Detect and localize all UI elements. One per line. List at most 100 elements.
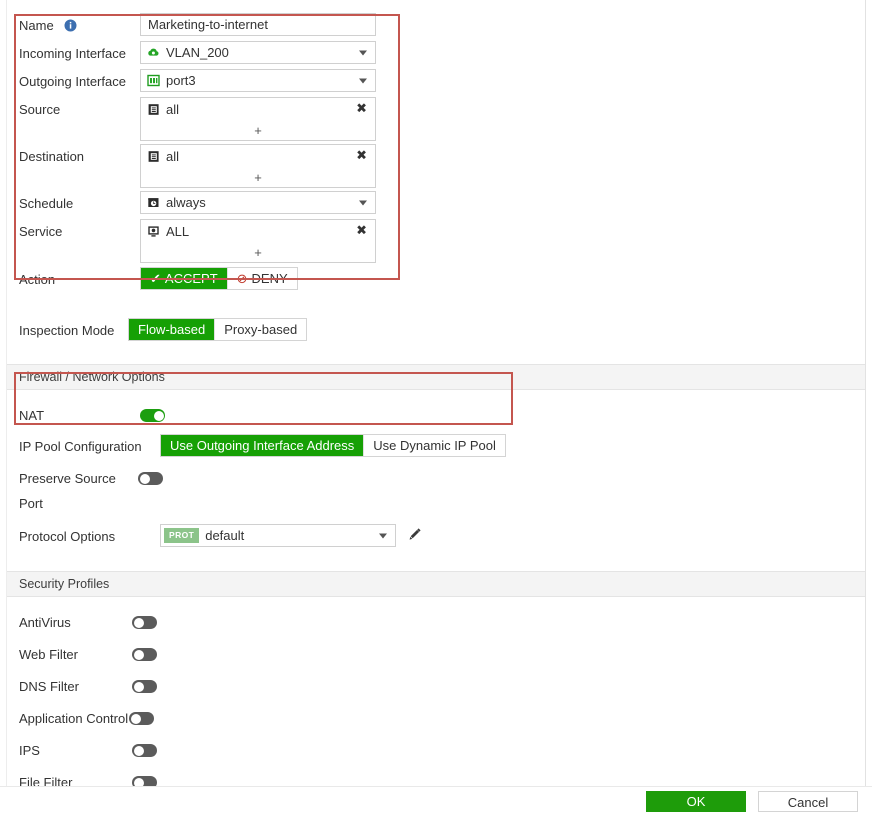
schedule-select[interactable]: always bbox=[140, 191, 376, 214]
vlan-interface-icon bbox=[147, 46, 160, 59]
antivirus-label: AntiVirus bbox=[19, 615, 71, 630]
inspection-mode-label: Inspection Mode bbox=[19, 323, 115, 338]
outgoing-interface-select[interactable]: port3 bbox=[140, 69, 376, 92]
ips-toggle[interactable] bbox=[132, 744, 157, 757]
remove-icon[interactable]: ✖ bbox=[356, 150, 367, 163]
service-list: ALL ✖ + bbox=[140, 219, 376, 263]
incoming-interface-label: Incoming Interface bbox=[19, 46, 126, 61]
field-row-inspection-mode: Inspection Mode Flow-based Proxy-based bbox=[7, 318, 865, 343]
ip-pool-configuration-field-wrap: Use Outgoing Interface Address Use Dynam… bbox=[160, 434, 506, 457]
page-right-border bbox=[865, 0, 866, 789]
field-row-name: Name Marketing-to-internet bbox=[7, 13, 865, 38]
ips-label: IPS bbox=[19, 743, 40, 758]
physical-interface-icon bbox=[147, 74, 160, 87]
source-list: all ✖ + bbox=[140, 97, 376, 141]
source-add-button[interactable]: + bbox=[141, 120, 375, 140]
chevron-down-icon[interactable] bbox=[379, 533, 387, 538]
destination-item-label: all bbox=[166, 148, 180, 164]
incoming-interface-field-wrap: VLAN_200 bbox=[140, 41, 376, 64]
schedule-clock-icon bbox=[147, 196, 160, 209]
toggle-knob bbox=[133, 681, 144, 692]
action-option-accept[interactable]: ✔ ACCEPT bbox=[141, 268, 228, 289]
outgoing-interface-value: port3 bbox=[166, 73, 196, 88]
field-row-web-filter: Web Filter bbox=[7, 642, 865, 667]
pencil-icon[interactable] bbox=[408, 527, 422, 544]
ip-pool-option-use-dynamic-ip-pool[interactable]: Use Dynamic IP Pool bbox=[364, 435, 505, 456]
inspection-mode-field-wrap: Flow-based Proxy-based bbox=[128, 318, 308, 341]
policy-edit-dialog: Name Marketing-to-internet Incoming Inte… bbox=[0, 0, 872, 815]
inspection-mode-option-proxy-based[interactable]: Proxy-based bbox=[215, 319, 306, 340]
nat-toggle[interactable] bbox=[140, 409, 165, 422]
field-row-destination: Destination all ✖ + bbox=[7, 144, 865, 188]
incoming-interface-value: VLAN_200 bbox=[166, 45, 229, 60]
dialog-content: Name Marketing-to-internet Incoming Inte… bbox=[7, 0, 865, 815]
remove-icon[interactable]: ✖ bbox=[356, 225, 367, 238]
field-row-preserve-source-port: Preserve Source Port bbox=[7, 466, 865, 516]
schedule-value: always bbox=[166, 195, 206, 210]
field-row-schedule: Schedule always bbox=[7, 191, 865, 216]
service-label: Service bbox=[19, 224, 63, 239]
section-title-firewall-network-options: Firewall / Network Options bbox=[19, 370, 165, 384]
name-input[interactable]: Marketing-to-internet bbox=[140, 13, 376, 36]
service-add-button[interactable]: + bbox=[141, 242, 375, 262]
action-label: Action bbox=[19, 272, 56, 287]
destination-add-button[interactable]: + bbox=[141, 167, 375, 187]
field-row-dns-filter: DNS Filter bbox=[7, 674, 865, 699]
protocol-options-field-wrap: PROT default bbox=[160, 524, 422, 547]
toggle-knob bbox=[130, 713, 141, 724]
ip-pool-configuration-label: IP Pool Configuration bbox=[19, 439, 142, 454]
address-object-icon bbox=[147, 150, 160, 163]
action-accept-label: ACCEPT bbox=[164, 271, 218, 286]
source-field-wrap: all ✖ + bbox=[140, 97, 376, 141]
protocol-options-select[interactable]: PROT default bbox=[160, 524, 396, 547]
ip-pool-configuration-segmented-control: Use Outgoing Interface Address Use Dynam… bbox=[160, 434, 506, 457]
ok-button[interactable]: OK bbox=[646, 790, 746, 812]
toggle-knob bbox=[133, 649, 144, 660]
address-object-icon bbox=[147, 103, 160, 116]
protocol-options-value: default bbox=[205, 528, 245, 543]
cancel-button[interactable]: Cancel bbox=[758, 790, 858, 812]
service-item[interactable]: ALL ✖ bbox=[141, 220, 375, 242]
dns-filter-toggle[interactable] bbox=[132, 680, 157, 693]
application-control-toggle[interactable] bbox=[129, 712, 154, 725]
chevron-down-icon[interactable] bbox=[359, 78, 367, 83]
destination-field-wrap: all ✖ + bbox=[140, 144, 376, 188]
field-row-application-control: Application Control bbox=[7, 706, 865, 731]
ip-pool-option-use-outgoing-interface-address[interactable]: Use Outgoing Interface Address bbox=[161, 435, 365, 456]
name-field-wrap: Marketing-to-internet bbox=[140, 13, 376, 36]
application-control-label: Application Control bbox=[19, 711, 129, 726]
field-row-ip-pool-configuration: IP Pool Configuration Use Outgoing Inter… bbox=[7, 434, 865, 459]
protocol-options-badge: PROT bbox=[164, 528, 200, 543]
web-filter-label: Web Filter bbox=[19, 647, 78, 662]
nat-field-wrap bbox=[140, 403, 165, 425]
application-control-field-wrap bbox=[129, 706, 154, 728]
destination-label: Destination bbox=[19, 149, 85, 164]
outgoing-interface-label: Outgoing Interface bbox=[19, 74, 126, 89]
schedule-field-wrap: always bbox=[140, 191, 376, 214]
schedule-label: Schedule bbox=[19, 196, 74, 211]
chevron-down-icon[interactable] bbox=[359, 50, 367, 55]
protocol-options-label: Protocol Options bbox=[19, 529, 116, 544]
field-row-antivirus: AntiVirus bbox=[7, 610, 865, 635]
remove-icon[interactable]: ✖ bbox=[356, 103, 367, 116]
action-field-wrap: ✔ ACCEPT ⊘ DENY bbox=[140, 267, 298, 290]
preserve-source-port-toggle[interactable] bbox=[138, 472, 163, 485]
preserve-source-port-field-wrap bbox=[138, 466, 163, 488]
source-item[interactable]: all ✖ bbox=[141, 98, 375, 120]
field-row-ips: IPS bbox=[7, 738, 865, 763]
action-segmented-control: ✔ ACCEPT ⊘ DENY bbox=[140, 267, 298, 290]
action-option-deny[interactable]: ⊘ DENY bbox=[228, 268, 297, 289]
toggle-knob bbox=[153, 410, 164, 421]
nat-label: NAT bbox=[19, 408, 45, 423]
info-icon[interactable] bbox=[64, 15, 77, 32]
chevron-down-icon[interactable] bbox=[359, 200, 367, 205]
inspection-mode-option-flow-based[interactable]: Flow-based bbox=[129, 319, 216, 340]
service-item-label: ALL bbox=[166, 223, 190, 239]
antivirus-toggle[interactable] bbox=[132, 616, 157, 629]
dns-filter-label: DNS Filter bbox=[19, 679, 79, 694]
antivirus-field-wrap bbox=[132, 610, 157, 632]
section-header-firewall-network-options: Firewall / Network Options bbox=[7, 364, 865, 390]
destination-item[interactable]: all ✖ bbox=[141, 145, 375, 167]
web-filter-toggle[interactable] bbox=[132, 648, 157, 661]
incoming-interface-select[interactable]: VLAN_200 bbox=[140, 41, 376, 64]
